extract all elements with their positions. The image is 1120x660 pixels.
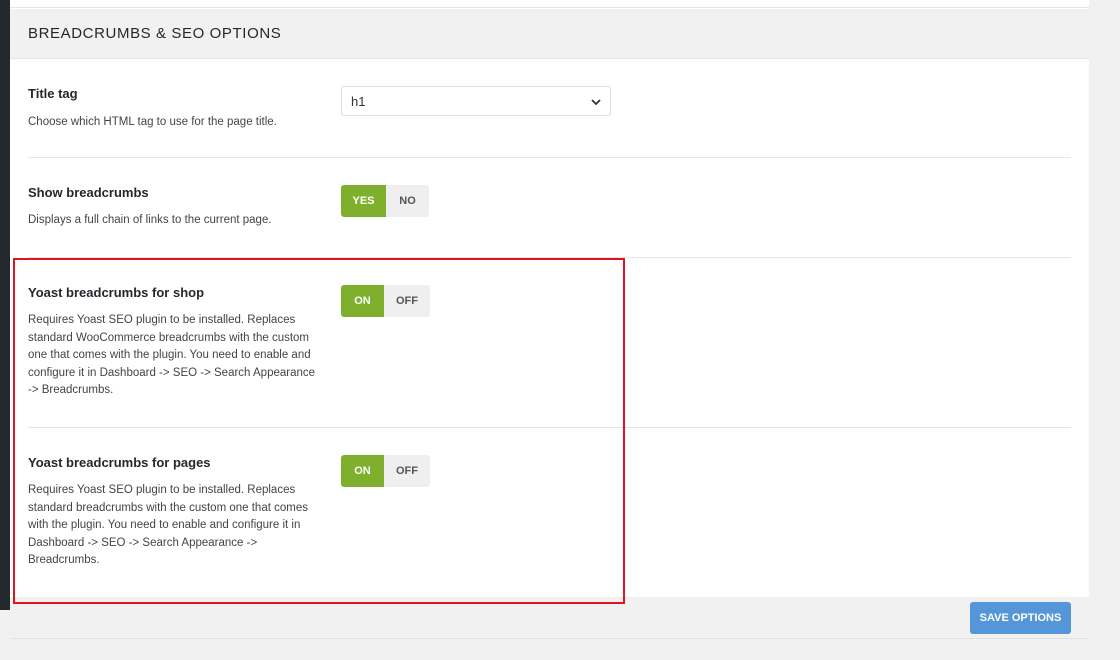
admin-sidebar-edge (0, 0, 10, 610)
title-tag-description: Choose which HTML tag to use for the pag… (28, 116, 277, 128)
show-breadcrumbs-description: Displays a full chain of links to the cu… (28, 214, 272, 226)
title-tag-label: Title tag (28, 86, 78, 101)
chevron-down-icon (591, 99, 601, 106)
section-title: BREADCRUMBS & SEO OPTIONS (28, 25, 282, 42)
title-tag-selected-value: h1 (351, 94, 366, 109)
show-breadcrumbs-toggle: YES NO (341, 185, 429, 217)
show-breadcrumbs-label: Show breadcrumbs (28, 185, 149, 200)
title-tag-select[interactable]: h1 (341, 86, 611, 116)
save-options-button[interactable]: SAVE OPTIONS (970, 602, 1071, 634)
highlight-annotation-box (13, 258, 625, 604)
title-tag-row: Title tag Choose which HTML tag to use f… (28, 86, 1071, 158)
show-breadcrumbs-no-button[interactable]: NO (386, 185, 429, 217)
panel-top-edge (10, 0, 1089, 8)
show-breadcrumbs-yes-button[interactable]: YES (341, 185, 386, 217)
section-header: BREADCRUMBS & SEO OPTIONS (10, 9, 1089, 59)
page-right-margin (1089, 0, 1120, 660)
show-breadcrumbs-row: Show breadcrumbs Displays a full chain o… (28, 185, 1071, 258)
